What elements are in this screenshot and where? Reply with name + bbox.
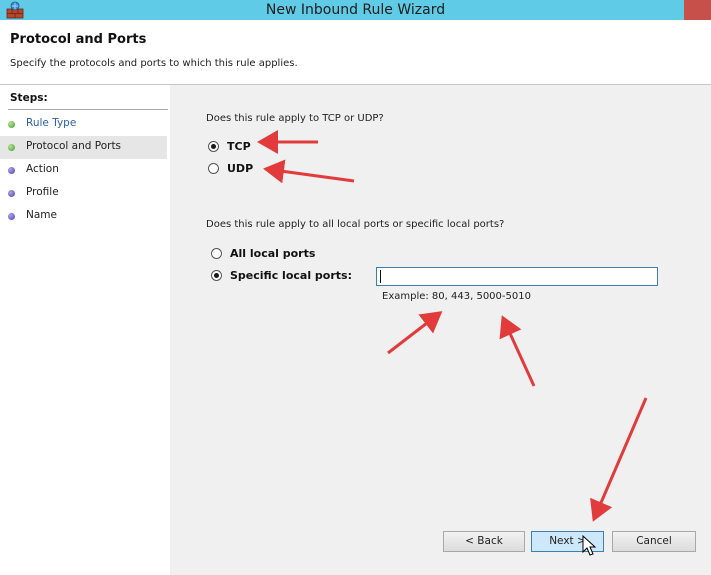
steps-panel: Steps: Rule Type Protocol and Ports Acti…	[0, 85, 170, 575]
tcp-label[interactable]: TCP	[227, 140, 251, 153]
cancel-button[interactable]: Cancel	[612, 531, 696, 552]
arrow-to-example-right	[499, 315, 536, 387]
specific-local-ports-radio[interactable]	[211, 270, 222, 281]
page-title: Protocol and Ports	[10, 32, 147, 47]
steps-title: Steps:	[10, 92, 48, 104]
arrow-to-next	[590, 397, 648, 522]
step-label: Action	[26, 163, 59, 175]
wizard-window: New Inbound Rule Wizard Protocol and Por…	[0, 0, 711, 575]
protocol-question: Does this rule apply to TCP or UDP?	[206, 113, 384, 124]
page-subtitle: Specify the protocols and ports to which…	[10, 58, 298, 69]
back-button[interactable]: < Back	[443, 531, 525, 552]
step-pending-icon	[8, 213, 15, 220]
step-rule-type[interactable]: Rule Type	[0, 113, 167, 136]
udp-radio[interactable]	[208, 163, 219, 174]
tcp-radio[interactable]	[208, 141, 219, 152]
text-cursor	[380, 270, 381, 283]
specific-local-ports-label[interactable]: Specific local ports:	[230, 269, 352, 282]
step-label: Protocol and Ports	[26, 140, 122, 152]
all-local-ports-label[interactable]: All local ports	[230, 247, 315, 260]
close-button[interactable]	[684, 0, 711, 20]
arrow-to-udp	[263, 159, 355, 184]
next-button[interactable]: Next >	[531, 531, 604, 552]
all-local-ports-radio[interactable]	[211, 248, 222, 259]
ports-example: Example: 80, 443, 5000-5010	[382, 291, 531, 302]
step-action: Action	[0, 159, 167, 182]
title-bar[interactable]: New Inbound Rule Wizard	[0, 0, 711, 20]
step-label: Profile	[26, 186, 59, 198]
page-header: Protocol and Ports Specify the protocols…	[0, 20, 711, 85]
step-pending-icon	[8, 190, 15, 197]
window-title: New Inbound Rule Wizard	[265, 2, 446, 18]
step-current-icon	[8, 144, 15, 151]
step-protocol-and-ports[interactable]: Protocol and Ports	[0, 136, 167, 159]
step-pending-icon	[8, 167, 15, 174]
step-profile: Profile	[0, 182, 167, 205]
ports-question: Does this rule apply to all local ports …	[206, 219, 505, 230]
steps-divider	[8, 109, 168, 110]
step-label: Rule Type	[26, 117, 77, 129]
arrow-to-example-left	[387, 311, 443, 355]
step-name: Name	[0, 205, 167, 228]
step-complete-icon	[8, 121, 15, 128]
step-label: Name	[26, 209, 57, 221]
specific-ports-input[interactable]	[376, 267, 658, 286]
udp-label[interactable]: UDP	[227, 162, 253, 175]
